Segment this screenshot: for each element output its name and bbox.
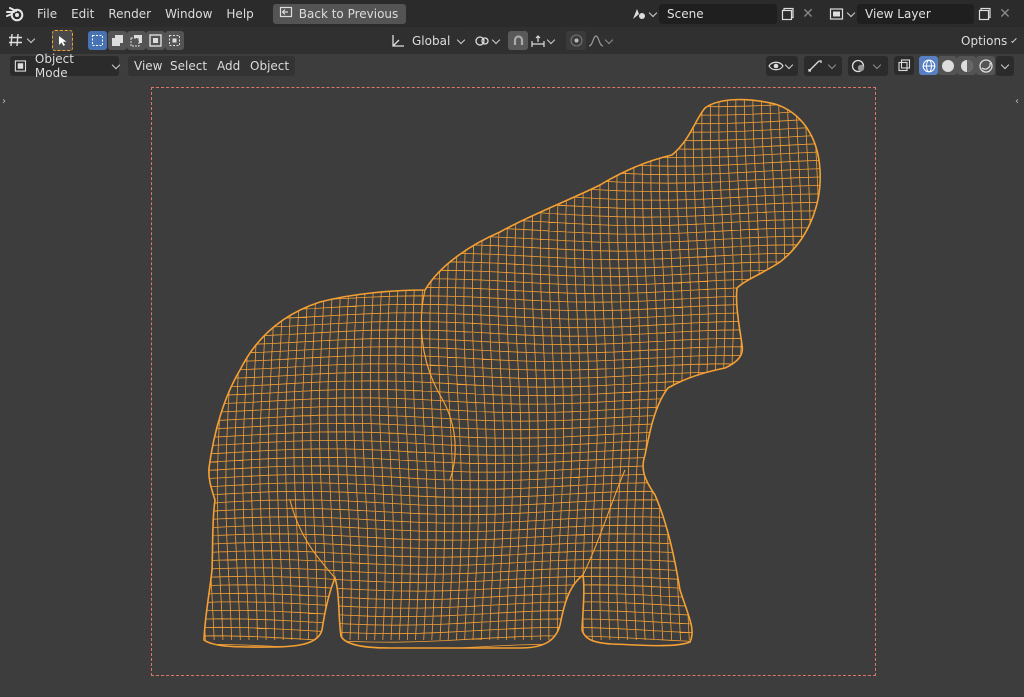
eye-icon (768, 61, 784, 71)
view-menu[interactable]: View (128, 56, 169, 76)
object-menu[interactable]: Object (244, 56, 296, 76)
object-mode-icon (14, 60, 27, 72)
visibility-dropdown[interactable] (766, 56, 798, 76)
shading-options-dropdown[interactable] (996, 56, 1014, 76)
solid-sphere-icon (941, 59, 954, 72)
xray-toggle-button[interactable] (894, 56, 914, 75)
solid-shading-button[interactable] (938, 56, 957, 75)
overlays-dropdown[interactable] (848, 56, 888, 76)
mesh-edges (204, 99, 821, 648)
select-menu[interactable]: Select (164, 56, 214, 76)
overlays-icon (851, 59, 865, 73)
toolbar-expand-arrow-icon[interactable]: › (2, 96, 6, 107)
xray-icon (897, 59, 910, 72)
viewport-header: Object Mode View Select Add Object (0, 52, 1024, 80)
mesh-grid (204, 99, 821, 648)
sidebar-expand-arrow-icon[interactable]: ‹ (1015, 96, 1019, 107)
add-menu[interactable]: Add (211, 56, 247, 76)
wireframe-sphere-icon (922, 59, 935, 72)
wireframe-shading-button[interactable] (919, 56, 938, 75)
elephant-wireframe-mesh[interactable] (0, 0, 1024, 697)
material-sphere-icon (960, 59, 973, 72)
rendered-sphere-icon (978, 58, 993, 73)
gizmo-icon (808, 60, 822, 72)
leg-seam (289, 499, 336, 579)
material-preview-button[interactable] (957, 56, 976, 75)
chevron-down-icon (1000, 60, 1010, 69)
object-mode-dropdown[interactable]: Object Mode (10, 52, 121, 80)
gizmo-dropdown[interactable] (804, 56, 842, 76)
object-mode-label: Object Mode (34, 52, 74, 80)
rendered-shading-button[interactable] (976, 56, 995, 75)
